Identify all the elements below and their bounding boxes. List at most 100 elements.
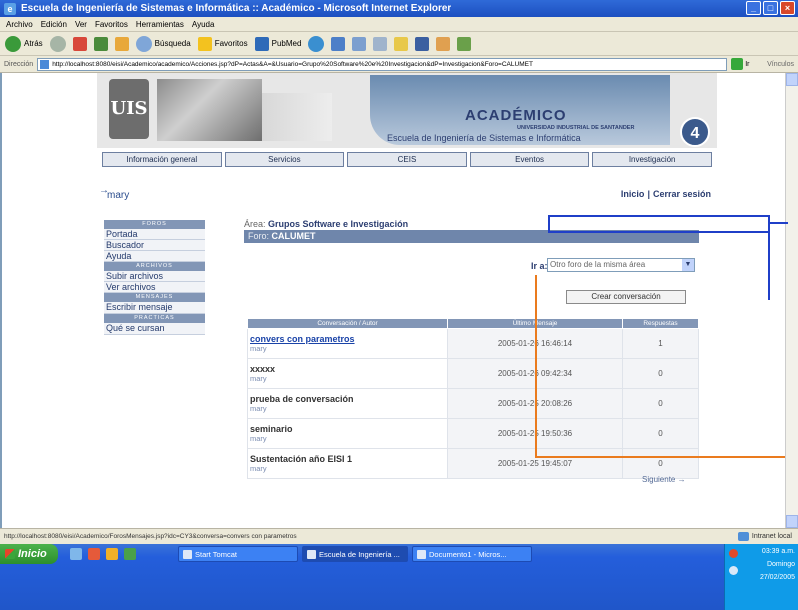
menu-item-ver-archivos[interactable]: Ver archivos [104,282,205,293]
messenger-launch-icon[interactable] [106,548,118,560]
clock-date: 27/02/2005 [759,574,795,581]
conversation-title[interactable]: xxxxx [250,364,447,374]
logout-link[interactable]: Cerrar sesión [653,189,711,199]
desktop-launch-icon[interactable] [124,548,136,560]
forum-content: Ir a: Otro foro de la misma área ▼ Crear… [244,243,699,479]
research-icon[interactable] [457,36,472,51]
nav-investigacion[interactable]: Investigación [592,152,712,167]
menu-item-que-se-cursan[interactable]: Qué se cursan [104,323,205,335]
conversation-author: mary [250,404,267,413]
mail-icon[interactable] [352,36,367,51]
browser-viewport: UIS ACADÉMICO UNIVERSIDAD INDUSTRIAL DE … [0,73,785,528]
forum-select[interactable]: Otro foro de la misma área ▼ [547,258,695,272]
back-button[interactable]: Atrás [5,35,43,52]
nav-ceis[interactable]: CEIS [347,152,467,167]
window-title: Escuela de Ingeniería de Sistemas e Info… [21,3,452,14]
foro-label: Foro: [248,231,270,241]
window-title-bar: e Escuela de Ingeniería de Sistemas e In… [0,0,798,17]
ie-launch-icon[interactable] [70,548,82,560]
windows-taskbar: Inicio Start Tomcat Escuela de Ingenierí… [0,544,798,610]
internet-explorer-icon [307,549,316,559]
menu-item-escribir-mensaje[interactable]: Escribir mensaje [104,302,205,314]
star-icon [197,36,212,51]
vertical-scrollbar[interactable] [785,73,798,528]
start-button[interactable]: Inicio [0,544,58,564]
window-controls: _ □ × [746,1,795,15]
menu-item-ayuda[interactable]: Ayuda [104,251,205,262]
conversation-title[interactable]: seminario [250,424,447,434]
annotation-callout-box [548,215,770,233]
close-button[interactable]: × [780,1,795,15]
task-label: Start Tomcat [195,549,237,559]
search-icon [135,35,152,52]
system-tray: 03:39 a.m. Domingo 27/02/2005 [724,544,798,610]
menu-item-subir-archivos[interactable]: Subir archivos [104,271,205,282]
edit-icon[interactable] [415,36,430,51]
page-icon [40,59,50,69]
next-page-link[interactable]: Siguiente → [642,475,686,484]
task-escuela-ingenieria[interactable]: Escuela de Ingeniería ... [302,546,408,562]
task-documento1[interactable]: Documento1 - Micros... [412,546,532,562]
conversation-title-link[interactable]: convers con parametros [250,334,447,344]
refresh-icon[interactable] [93,36,108,51]
media-launch-icon[interactable] [88,548,100,560]
conversation-title[interactable]: Sustentación año EISI 1 [250,454,447,464]
nav-servicios[interactable]: Servicios [224,152,345,167]
pubmed-label: PubMed [271,39,302,48]
forward-arrow-icon[interactable] [49,35,66,52]
internet-explorer-icon: e [4,2,16,15]
menu-section-mensajes: MENSAJES [104,293,205,302]
chevron-down-icon[interactable]: ▼ [682,259,694,271]
menu-herramientas[interactable]: Herramientas [136,20,184,29]
go-button[interactable]: Ir [731,58,749,70]
search-button[interactable]: Búsqueda [135,35,191,52]
scroll-up-button[interactable] [786,73,798,86]
site-nav: Información general Servicios CEIS Event… [102,152,712,167]
folder-icon[interactable] [394,36,409,51]
menu-item-portada[interactable]: Portada [104,229,205,240]
conversations-table: Conversación / Autor Último Mensaje Resp… [247,318,699,479]
menu-ver[interactable]: Ver [75,20,87,29]
history-icon[interactable] [331,36,346,51]
maximize-button[interactable]: □ [763,1,778,15]
menu-edicion[interactable]: Edición [41,20,67,29]
alert-icon[interactable] [729,549,738,558]
top-links: Inicio | Cerrar sesión [621,189,711,199]
start-label: Inicio [18,548,47,560]
address-url: http://localhost:8080/eisi/Academico/aca… [52,60,533,68]
menu-bar: Archivo Edición Ver Favoritos Herramient… [0,17,798,32]
task-start-tomcat[interactable]: Start Tomcat [178,546,298,562]
nav-informacion-general[interactable]: Información general [102,152,222,167]
print-icon[interactable] [373,36,388,51]
menu-favoritos[interactable]: Favoritos [95,20,128,29]
menu-section-foros: FOROS [104,220,205,229]
stop-icon[interactable] [72,36,87,51]
home-link[interactable]: Inicio [621,189,645,199]
response-count: 0 [622,448,699,479]
favorites-label: Favoritos [214,39,248,48]
home-icon[interactable] [114,36,129,51]
network-icon[interactable] [729,566,738,575]
search-label: Búsqueda [154,39,191,48]
media-icon[interactable] [308,35,325,52]
scroll-down-button[interactable] [786,515,798,528]
address-input[interactable]: http://localhost:8080/eisi/Academico/aca… [37,57,728,71]
pubmed-button[interactable]: PubMed [254,36,302,51]
go-arrow-icon [731,58,744,70]
banner-school: Escuela de Ingeniería de Sistemas e Info… [387,133,581,143]
conversation-title[interactable]: prueba de conversación [250,394,447,404]
nav-eventos[interactable]: Eventos [469,152,590,167]
minimize-button[interactable]: _ [746,1,761,15]
create-conversation-button[interactable]: Crear conversación [566,290,686,304]
banner-title: ACADÉMICO [465,107,567,124]
word-icon [417,549,426,559]
favorites-button[interactable]: Favoritos [197,36,248,51]
banner-photo-faded [262,93,332,141]
menu-ayuda[interactable]: Ayuda [192,20,215,29]
address-bar: Dirección http://localhost:8080/eisi/Aca… [0,56,798,73]
links-label[interactable]: Vínculos [767,61,798,68]
menu-item-buscador[interactable]: Buscador [104,240,205,251]
menu-archivo[interactable]: Archivo [6,20,33,29]
response-count: 1 [622,328,699,359]
messenger-icon[interactable] [436,36,451,51]
